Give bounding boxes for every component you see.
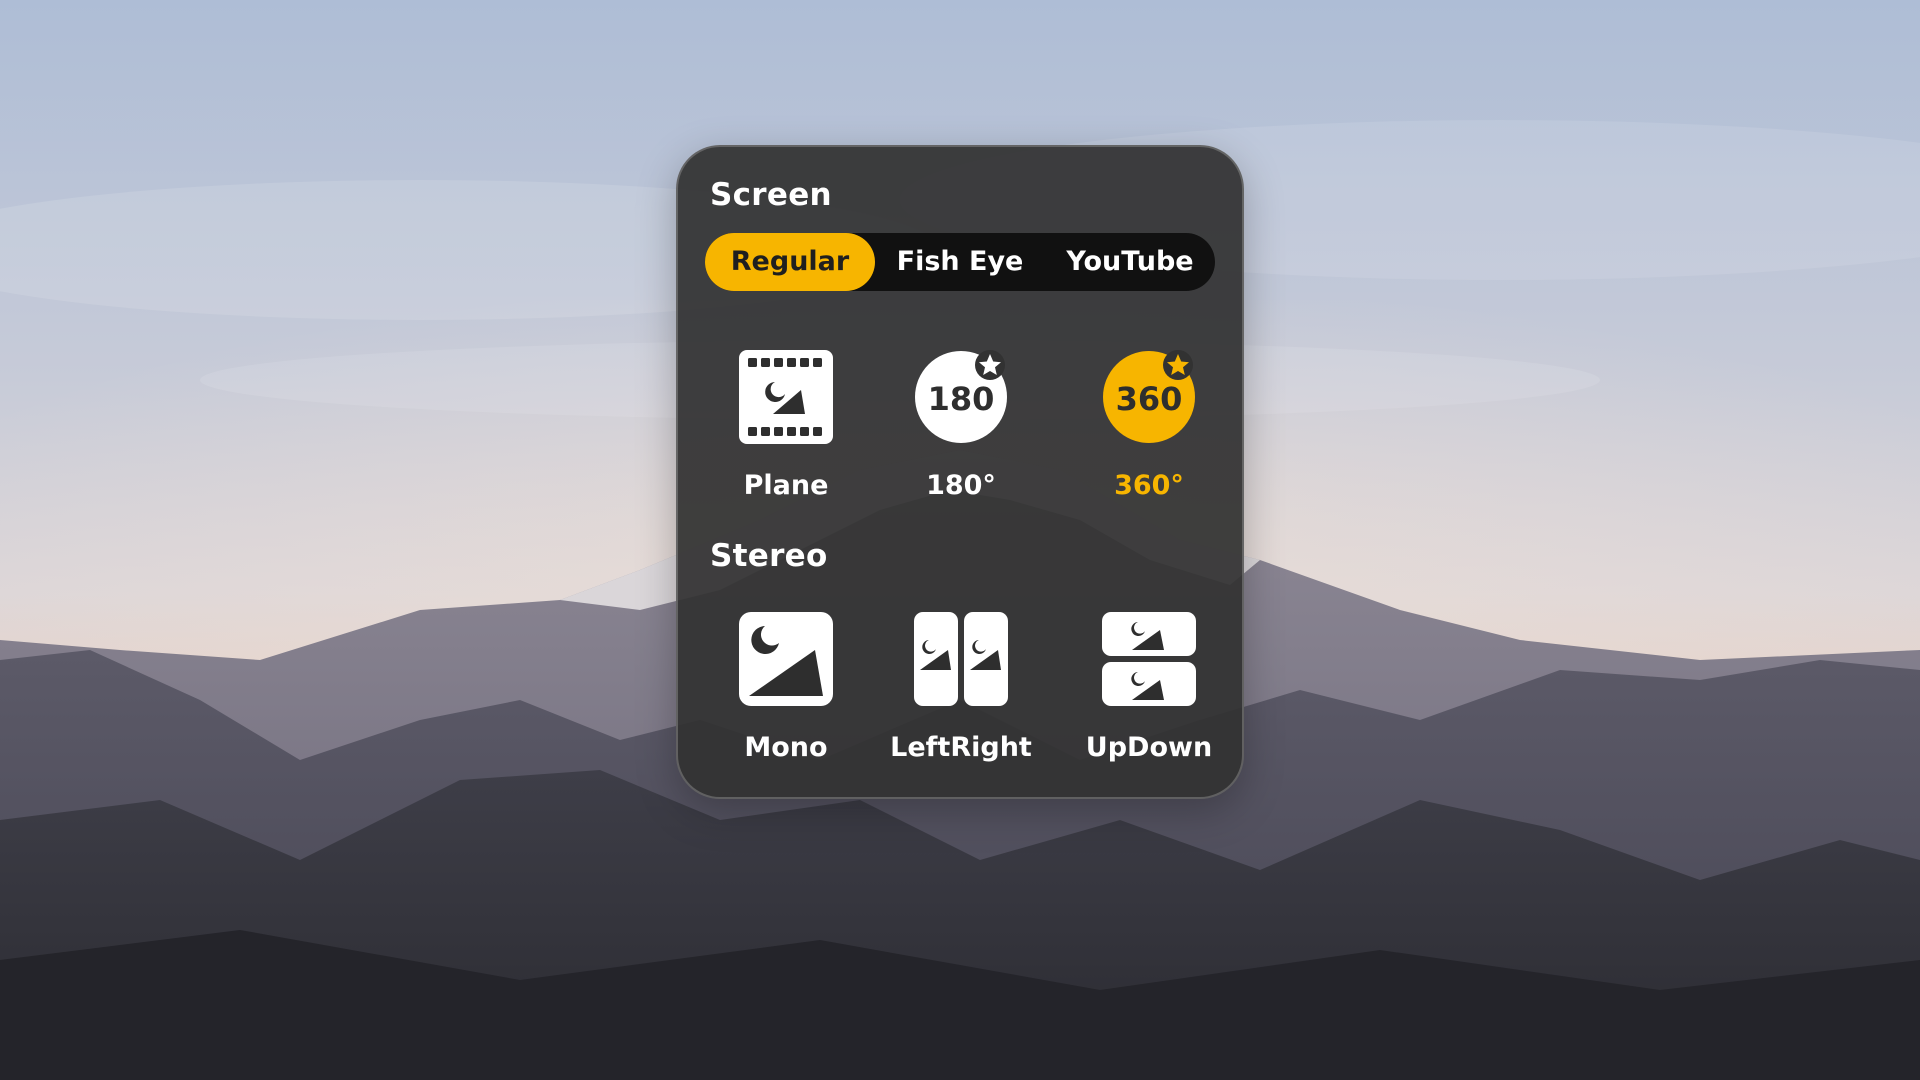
projection-segmented-control: Regular Fish Eye YouTube [705,233,1215,291]
screen-option-360[interactable]: 360 360° [1074,350,1224,520]
180-badge-text: 180 [928,380,995,418]
stereo-option-leftright[interactable]: LeftRight [886,612,1036,782]
stereo-section-title: Stereo [710,538,828,574]
segment-youtube[interactable]: YouTube [1045,233,1215,291]
screen-option-360-label: 360° [1114,470,1184,501]
segment-regular[interactable]: Regular [705,233,875,291]
stereo-option-mono-label: Mono [744,732,828,763]
360-badge-text: 360 [1116,380,1183,418]
screen-section-title: Screen [710,177,832,213]
view-mode-panel: Screen Regular Fish Eye YouTube Plane 18… [676,145,1244,799]
360-badge-icon: 360 [1103,350,1195,443]
single-image-icon [739,612,833,706]
stereo-option-updown[interactable]: UpDown [1074,612,1224,782]
stereo-option-mono[interactable]: Mono [711,612,861,782]
screen-option-plane-label: Plane [743,470,829,501]
segment-fish-eye[interactable]: Fish Eye [875,233,1045,291]
screen-option-180-label: 180° [926,470,996,501]
stereo-option-leftright-label: LeftRight [890,732,1032,763]
stereo-option-updown-label: UpDown [1085,732,1213,763]
film-frame-icon [739,350,833,444]
180-badge-icon: 180 [915,350,1007,443]
top-bottom-icon [1102,612,1196,706]
side-by-side-icon [914,612,1008,706]
screen-option-plane[interactable]: Plane [711,350,861,520]
screen-option-180[interactable]: 180 180° [886,350,1036,520]
